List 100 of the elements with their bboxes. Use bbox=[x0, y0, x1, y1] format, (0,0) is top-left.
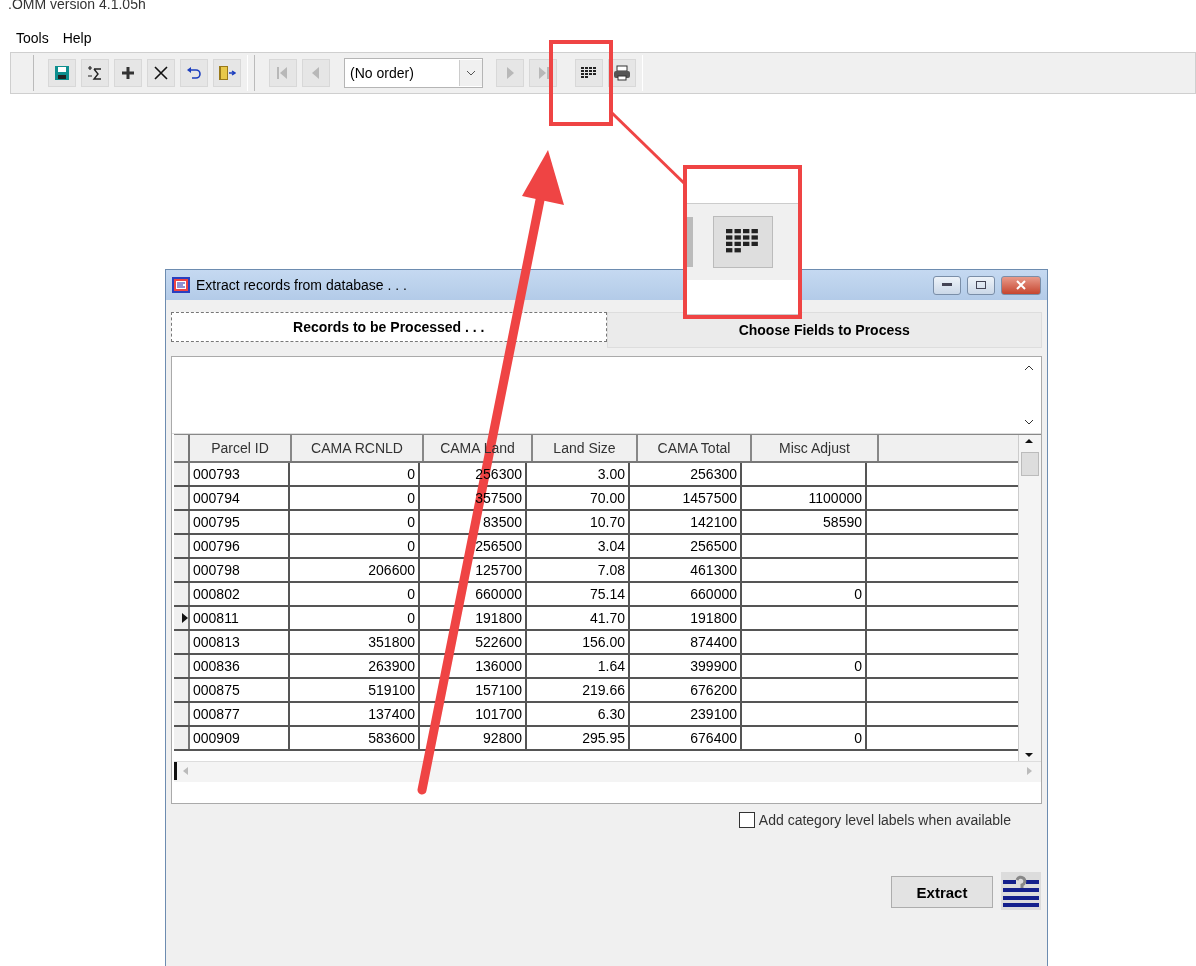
tab[interactable]: Choose Fields to Process bbox=[606, 312, 1042, 348]
table-cell: 191800 bbox=[630, 607, 742, 629]
table-cell: 3.00 bbox=[527, 463, 630, 485]
current-row-icon bbox=[182, 613, 188, 623]
table-cell: 000836 bbox=[190, 655, 290, 677]
table-cell: 256500 bbox=[630, 535, 742, 557]
column-header[interactable]: Misc Adjust bbox=[752, 435, 879, 461]
printer-icon bbox=[613, 65, 631, 81]
table-cell: 0 bbox=[742, 655, 867, 677]
table-cell: 399900 bbox=[630, 655, 742, 677]
table-cell: 1457500 bbox=[630, 487, 742, 509]
table-cell: 75.14 bbox=[527, 583, 630, 605]
table-cell: 58590 bbox=[742, 511, 867, 533]
table-cell: 136000 bbox=[420, 655, 527, 677]
row-header[interactable] bbox=[174, 607, 190, 629]
table-cell: 256300 bbox=[630, 463, 742, 485]
exit-button[interactable] bbox=[213, 59, 241, 87]
table-cell: 157100 bbox=[420, 679, 527, 701]
separator-bar bbox=[687, 217, 693, 267]
table-cell: 351800 bbox=[290, 631, 420, 653]
column-header[interactable]: Parcel ID bbox=[190, 435, 292, 461]
minimize-button[interactable] bbox=[933, 275, 961, 295]
table-cell: 239100 bbox=[630, 703, 742, 725]
menu-item[interactable]: Help bbox=[62, 30, 92, 52]
table-cell: 0 bbox=[742, 727, 867, 749]
add-button[interactable] bbox=[114, 59, 142, 87]
table-cell: 92800 bbox=[420, 727, 527, 749]
table-cell: 461300 bbox=[630, 559, 742, 581]
table-cell: 660000 bbox=[420, 583, 527, 605]
table-cell: 156.00 bbox=[527, 631, 630, 653]
table-cell: 1100000 bbox=[742, 487, 867, 509]
tab[interactable]: Records to be Processed . . . bbox=[171, 312, 607, 342]
column-header[interactable]: CAMA RCNLD bbox=[292, 435, 424, 461]
table-cell: 256500 bbox=[420, 535, 527, 557]
table-cell: 137400 bbox=[290, 703, 420, 725]
grid-icon bbox=[726, 229, 760, 255]
table-cell: 000794 bbox=[190, 487, 290, 509]
table-cell: 0 bbox=[290, 511, 420, 533]
chevron-down-icon bbox=[466, 70, 476, 76]
table-cell: 583600 bbox=[290, 727, 420, 749]
table-cell: 000796 bbox=[190, 535, 290, 557]
checkbox-label[interactable]: Add category level labels when available bbox=[758, 812, 1011, 828]
table-cell: 0 bbox=[290, 583, 420, 605]
table-cell: 522600 bbox=[420, 631, 527, 653]
door-icon bbox=[218, 65, 236, 81]
undo-button[interactable] bbox=[180, 59, 208, 87]
table-cell: 000813 bbox=[190, 631, 290, 653]
table-cell: 206600 bbox=[290, 559, 420, 581]
table-cell: 874400 bbox=[630, 631, 742, 653]
table-cell: 000798 bbox=[190, 559, 290, 581]
horizontal-scrollbar[interactable] bbox=[174, 761, 1041, 782]
close-icon bbox=[153, 65, 169, 81]
maximize-button[interactable] bbox=[967, 275, 995, 295]
table-cell: 676200 bbox=[630, 679, 742, 701]
grid-icon bbox=[581, 67, 597, 79]
sum-button[interactable] bbox=[81, 59, 109, 87]
table-cell: 000811 bbox=[190, 607, 290, 629]
table-cell: 142100 bbox=[630, 511, 742, 533]
table-cell: 519100 bbox=[290, 679, 420, 701]
fields-button[interactable] bbox=[575, 59, 603, 87]
order-select[interactable]: (No order) bbox=[344, 58, 483, 88]
table-cell: 263900 bbox=[290, 655, 420, 677]
dialog-title: Extract records from database . . . bbox=[196, 277, 408, 293]
table-cell: 219.66 bbox=[527, 679, 630, 701]
column-header[interactable]: Land Size bbox=[533, 435, 638, 461]
table-cell: 000793 bbox=[190, 463, 290, 485]
menu-item[interactable]: Tools bbox=[16, 30, 49, 52]
table-cell: 295.95 bbox=[527, 727, 630, 749]
table-cell: 70.00 bbox=[527, 487, 630, 509]
table-cell: 83500 bbox=[420, 511, 527, 533]
vertical-scrollbar[interactable] bbox=[1018, 435, 1041, 761]
scroll-thumb[interactable] bbox=[1021, 452, 1039, 476]
table-cell: 0 bbox=[290, 463, 420, 485]
extract-button[interactable]: Extract bbox=[891, 876, 993, 908]
table-cell: 0 bbox=[742, 583, 867, 605]
table-cell: 000875 bbox=[190, 679, 290, 701]
maximize-icon bbox=[976, 281, 986, 289]
table-cell: 6.30 bbox=[527, 703, 630, 725]
save-button[interactable] bbox=[48, 59, 76, 87]
table-cell: 0 bbox=[290, 535, 420, 557]
sigma-icon bbox=[87, 65, 103, 81]
table-cell: 3.04 bbox=[527, 535, 630, 557]
table-cell: 676400 bbox=[630, 727, 742, 749]
table-cell: 000802 bbox=[190, 583, 290, 605]
plus-icon bbox=[121, 66, 135, 80]
table-cell: 0 bbox=[290, 607, 420, 629]
column-header[interactable]: CAMA Total bbox=[638, 435, 752, 461]
table-cell: 0 bbox=[290, 487, 420, 509]
minimize-icon bbox=[942, 283, 952, 287]
chevron-up-icon[interactable] bbox=[1024, 365, 1034, 371]
delete-button[interactable] bbox=[147, 59, 175, 87]
checkbox[interactable] bbox=[738, 812, 755, 828]
table-cell: 000909 bbox=[190, 727, 290, 749]
chevron-down-icon[interactable] bbox=[1024, 419, 1034, 425]
floppy-icon bbox=[54, 65, 70, 81]
close-button[interactable] bbox=[1001, 275, 1041, 295]
table-cell: 000877 bbox=[190, 703, 290, 725]
help-icon[interactable] bbox=[1001, 872, 1041, 910]
table-cell: 1.64 bbox=[527, 655, 630, 677]
table-cell: 7.08 bbox=[527, 559, 630, 581]
